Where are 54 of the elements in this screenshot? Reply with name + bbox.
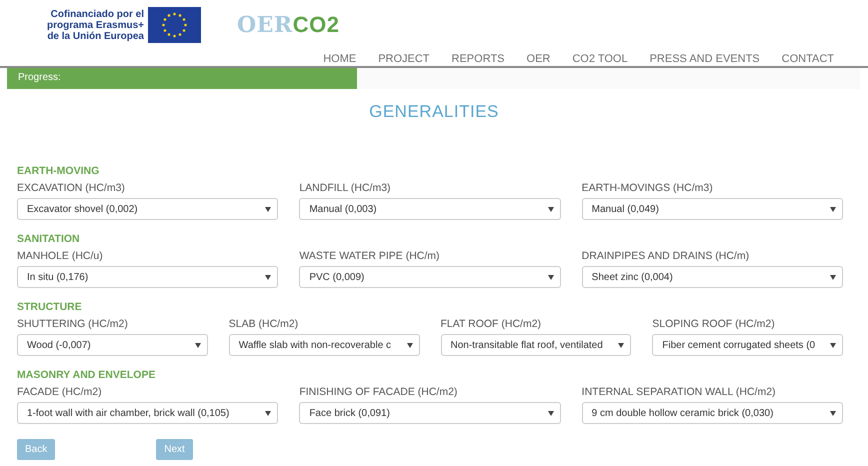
nav-link[interactable]: PRESS AND EVENTS — [650, 52, 760, 66]
select-field[interactable]: Excavator shovel (0,002) — [17, 198, 278, 220]
nav-link[interactable]: OER — [526, 52, 550, 66]
select-field[interactable]: Manual (0,003) — [299, 198, 561, 220]
eu-flag-icon — [148, 7, 201, 43]
select-field[interactable]: 1-foot wall with air chamber, brick wall (0,105) — [17, 402, 278, 424]
select-field[interactable]: Fiber cement corrugated sheets (0 — [652, 334, 843, 356]
caret-icon — [830, 206, 836, 212]
select-field[interactable]: In situ (0,176) — [17, 266, 278, 288]
caret-icon — [265, 206, 272, 212]
nav-link[interactable]: PROJECT — [378, 52, 430, 66]
caret-icon — [548, 274, 554, 280]
caret-icon — [830, 410, 836, 416]
section-heading: SANITATION — [17, 233, 81, 246]
section-heading: EARTH-MOVING — [17, 165, 100, 178]
field-label: EARTH-MOVINGS (HC/m3) — [582, 182, 714, 195]
select-field[interactable]: 9 cm double hollow ceramic brick (0,030) — [582, 402, 843, 424]
select-field[interactable]: Sheet zinc (0,004) — [582, 266, 843, 288]
section-heading: MASONRY AND ENVELOPE — [17, 369, 156, 382]
caret-icon — [830, 274, 836, 280]
select-field[interactable]: Waffle slab with non-recoverable c — [228, 334, 420, 356]
caret-icon — [406, 342, 412, 348]
cofinance-text: Cofinanciado por el programa Erasmus+ de la Unión Europea — [46, 8, 144, 42]
select-field[interactable]: Non-transitable flat roof, ventilated — [440, 334, 632, 356]
field-label: DRAINPIPES AND DRAINS (HC/m) — [582, 250, 750, 263]
field-label: SLAB (HC/m2) — [228, 318, 300, 331]
field-label: FLAT ROOF (HC/m2) — [440, 318, 542, 331]
caret-icon — [618, 342, 624, 348]
progress-label: Progress: — [18, 72, 61, 83]
caret-icon — [265, 274, 272, 280]
select-field[interactable]: Manual (0,049) — [582, 198, 843, 220]
field-label: WASTE WATER PIPE (HC/m) — [299, 250, 441, 263]
select-field[interactable]: PVC (0,009) — [299, 266, 561, 288]
nav-link[interactable]: HOME — [323, 52, 356, 66]
nav-link[interactable]: CONTACT — [782, 52, 834, 66]
caret-icon — [548, 206, 554, 212]
nav-link[interactable]: REPORTS — [452, 52, 505, 66]
section-heading: STRUCTURE — [17, 301, 83, 314]
field-label: MANHOLE (HC/u) — [17, 250, 104, 263]
select-field[interactable]: Wood (-0,007) — [17, 334, 208, 356]
field-label: INTERNAL SEPARATION WALL (HC/m2) — [582, 386, 777, 399]
field-label: FACADE (HC/m2) — [17, 386, 103, 399]
caret-icon — [830, 342, 836, 348]
field-label: EXCAVATION (HC/m3) — [17, 182, 126, 195]
page-title: GENERALITIES — [368, 102, 500, 122]
field-label: SHUTTERING (HC/m2) — [17, 318, 129, 331]
caret-icon — [548, 410, 554, 416]
field-label: FINISHING OF FACADE (HC/m2) — [299, 386, 458, 399]
select-field[interactable]: Face brick (0,091) — [299, 402, 561, 424]
nav-link[interactable]: CO2 TOOL — [572, 52, 628, 66]
caret-icon — [265, 410, 272, 416]
field-label: SLOPING ROOF (HC/m2) — [652, 318, 776, 331]
field-label: LANDFILL (HC/m3) — [299, 182, 392, 195]
caret-icon — [194, 342, 201, 348]
